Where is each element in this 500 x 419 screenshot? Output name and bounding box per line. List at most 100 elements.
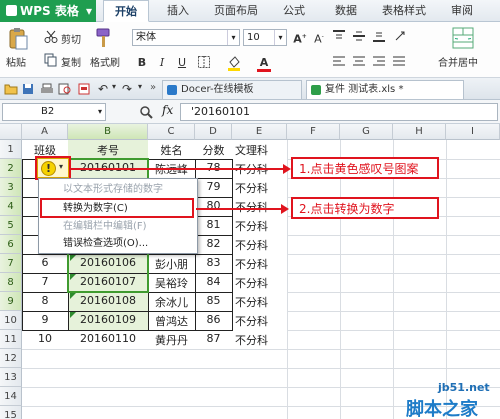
align-right-icon[interactable] — [372, 55, 386, 70]
row-header[interactable]: 10 — [0, 311, 22, 330]
select-all-corner[interactable] — [0, 124, 22, 140]
align-center-icon[interactable] — [352, 55, 366, 70]
align-middle-icon[interactable] — [352, 30, 366, 45]
row-header[interactable]: 5 — [0, 216, 22, 235]
column-header[interactable]: A — [22, 124, 68, 140]
tab-review[interactable]: 审阅 — [439, 0, 485, 22]
column-header[interactable]: B — [68, 124, 148, 140]
copy-icon[interactable] — [44, 53, 58, 70]
chevron-down-icon[interactable]: ▾ — [138, 82, 142, 91]
table-cell[interactable]: 8 — [22, 294, 68, 307]
table-cell[interactable]: 9 — [22, 313, 68, 326]
undo-icon[interactable]: ↶ — [98, 82, 108, 96]
table-header-cell[interactable]: 分数 — [195, 142, 232, 158]
underline-icon[interactable]: U — [174, 55, 190, 71]
merge-center-icon[interactable] — [452, 27, 474, 52]
row-header[interactable]: 4 — [0, 197, 22, 216]
table-cell[interactable]: 20160109 — [68, 313, 148, 326]
table-cell[interactable]: 不分科 — [232, 237, 287, 253]
row-header[interactable]: 12 — [0, 349, 22, 368]
copy-button[interactable]: 复制 — [61, 54, 81, 69]
doc-tab-file[interactable]: 复件 测试表.xls * — [306, 80, 464, 99]
spreadsheet-grid[interactable]: A B C D E F G H I 1 2 3 4 5 6 7 8 9 10 1… — [0, 124, 500, 419]
row-header[interactable]: 3 — [0, 178, 22, 197]
row-header[interactable]: 15 — [0, 406, 22, 419]
zoom-search-icon[interactable] — [140, 106, 153, 122]
tab-page-layout[interactable]: 页面布局 — [207, 0, 265, 22]
save-icon[interactable] — [22, 83, 34, 98]
tab-table-styles[interactable]: 表格样式 — [375, 0, 433, 22]
tab-insert[interactable]: 插入 — [155, 0, 201, 22]
row-header[interactable]: 11 — [0, 330, 22, 349]
borders-icon[interactable] — [196, 55, 212, 71]
font-name-select[interactable]: 宋体 ▾ — [132, 29, 240, 46]
table-cell[interactable]: 不分科 — [232, 180, 287, 196]
table-cell[interactable]: 86 — [195, 313, 232, 326]
table-cell[interactable]: 81 — [195, 218, 232, 231]
table-cell[interactable]: 82 — [195, 237, 232, 250]
column-header[interactable]: D — [195, 124, 232, 140]
font-color-icon[interactable]: A — [256, 55, 272, 72]
column-header[interactable]: C — [148, 124, 195, 140]
format-painter-button[interactable]: 格式刷 — [90, 54, 120, 69]
table-cell[interactable]: 彭小朋 — [148, 256, 195, 272]
table-cell[interactable]: 不分科 — [232, 199, 287, 215]
column-header[interactable]: H — [393, 124, 446, 140]
table-cell[interactable]: 20160106 — [68, 256, 148, 269]
column-header[interactable]: F — [287, 124, 340, 140]
table-cell[interactable]: 不分科 — [232, 275, 287, 291]
column-header[interactable]: I — [446, 124, 500, 140]
table-cell[interactable]: 84 — [195, 275, 232, 288]
paste-button[interactable]: 粘贴 — [6, 54, 26, 69]
align-top-icon[interactable] — [332, 30, 346, 45]
table-cell[interactable]: 83 — [195, 256, 232, 269]
wps-app-menu-button[interactable]: WPS 表格 ▾ — [0, 0, 96, 22]
column-header[interactable]: E — [232, 124, 287, 140]
row-header[interactable]: 14 — [0, 387, 22, 406]
row-header[interactable]: 6 — [0, 235, 22, 254]
doc-tab-docer[interactable]: Docer-在线模板 — [162, 80, 302, 99]
paste-icon[interactable] — [8, 27, 28, 51]
row-header[interactable]: 13 — [0, 368, 22, 387]
print-preview-icon[interactable] — [58, 83, 72, 98]
table-cell[interactable]: 7 — [22, 275, 68, 288]
column-header[interactable]: G — [340, 124, 393, 140]
table-cell[interactable]: 20160107 — [68, 275, 148, 288]
table-cell[interactable]: 不分科 — [232, 218, 287, 234]
table-cell[interactable]: 不分科 — [232, 313, 287, 329]
table-cell[interactable]: 余冰儿 — [148, 294, 195, 310]
table-header-cell[interactable]: 文理科 — [232, 142, 287, 158]
shrink-font-icon[interactable]: A- — [311, 29, 327, 46]
orientation-icon[interactable] — [394, 30, 408, 45]
overflow-icon[interactable]: » — [150, 82, 156, 93]
cut-button[interactable]: 剪切 — [61, 31, 81, 46]
grow-font-icon[interactable]: A+ — [292, 29, 308, 46]
table-cell[interactable]: 不分科 — [232, 294, 287, 310]
tab-data[interactable]: 数据 — [323, 0, 369, 22]
scissors-icon[interactable] — [44, 30, 58, 47]
table-cell[interactable]: 80 — [195, 199, 232, 212]
function-icon[interactable]: fx — [162, 103, 173, 117]
fill-color-icon[interactable] — [226, 55, 242, 71]
table-cell[interactable]: 20160110 — [68, 332, 148, 345]
redo-icon[interactable]: ↷ — [122, 82, 132, 96]
table-cell[interactable]: 79 — [195, 180, 232, 193]
table-cell[interactable]: 10 — [22, 332, 68, 345]
bold-icon[interactable]: B — [134, 55, 150, 71]
menu-item-error-check-options[interactable]: 错误检查选项(O)... — [39, 236, 197, 252]
table-cell[interactable]: 87 — [195, 332, 232, 345]
table-header-cell[interactable]: 姓名 — [148, 142, 195, 158]
table-cell[interactable]: 不分科 — [232, 256, 287, 272]
font-size-select[interactable]: 10 ▾ — [243, 29, 287, 46]
align-left-icon[interactable] — [332, 55, 346, 70]
table-cell[interactable]: 黄丹丹 — [148, 332, 195, 348]
table-cell[interactable]: 吴裕玲 — [148, 275, 195, 291]
table-cell[interactable]: 曾鸿达 — [148, 313, 195, 329]
table-cell[interactable]: 6 — [22, 256, 68, 269]
table-header-cell[interactable]: 考号 — [68, 142, 148, 158]
row-header[interactable]: 8 — [0, 273, 22, 292]
table-cell[interactable]: 20160108 — [68, 294, 148, 307]
tab-formulas[interactable]: 公式 — [271, 0, 317, 22]
row-header[interactable]: 1 — [0, 140, 22, 159]
chevron-down-icon[interactable]: ▾ — [112, 82, 116, 91]
